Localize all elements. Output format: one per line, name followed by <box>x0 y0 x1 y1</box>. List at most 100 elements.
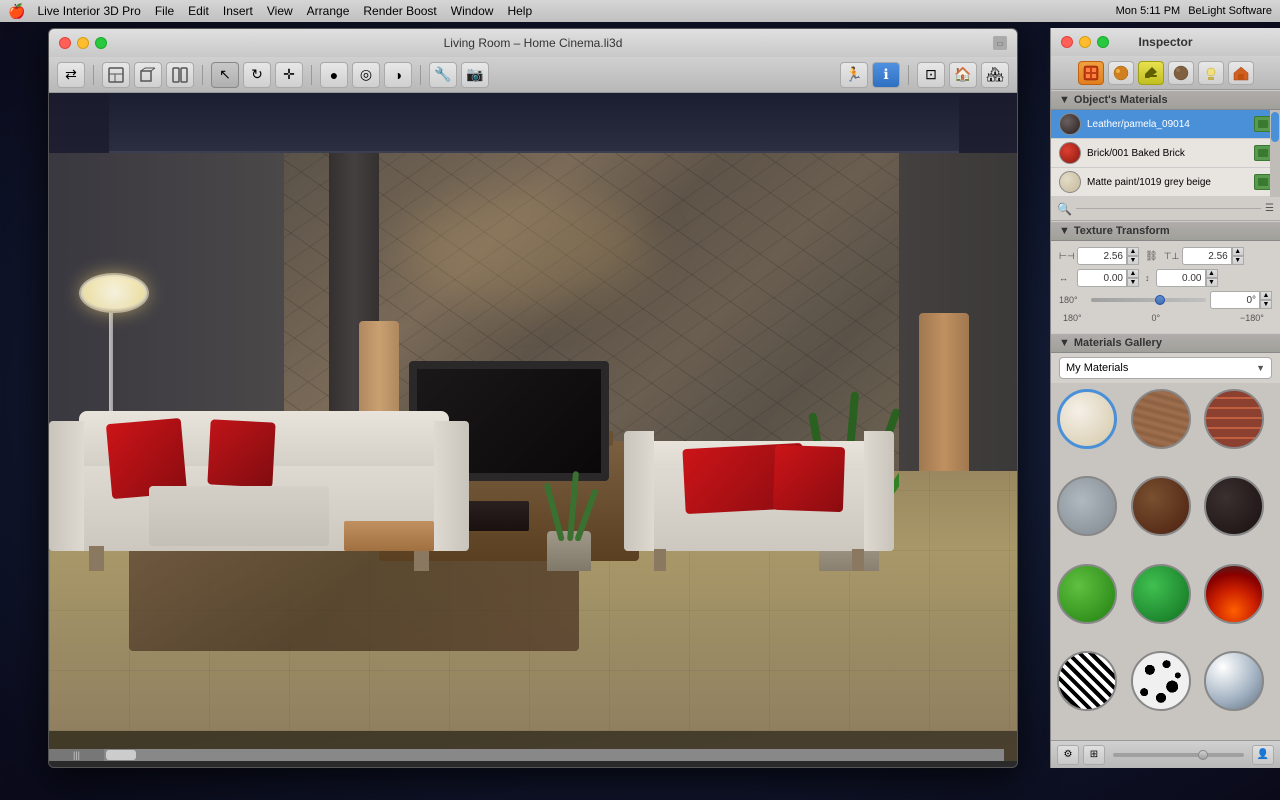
gallery-size-thumb[interactable] <box>1198 750 1208 760</box>
angle-slider-thumb[interactable] <box>1155 295 1165 305</box>
gallery-section-label: Materials Gallery <box>1074 337 1162 349</box>
width-down-btn[interactable]: ▼ <box>1127 256 1139 265</box>
horizontal-scrollbar[interactable] <box>104 749 1004 761</box>
height-stepper[interactable]: ▲ ▼ <box>1232 247 1244 265</box>
rotate-tool-btn[interactable]: ↻ <box>243 62 271 88</box>
viewport-3d[interactable]: ||| <box>49 93 1018 761</box>
angle-stepper[interactable]: ▲ ▼ <box>1260 291 1272 309</box>
height-up-btn[interactable]: ▲ <box>1232 247 1244 256</box>
offset-x-group: ▲ ▼ <box>1077 269 1139 287</box>
gallery-item-stone[interactable] <box>1057 476 1117 536</box>
inspector-close-btn[interactable] <box>1061 36 1073 48</box>
scrollbar-thumb[interactable] <box>106 750 136 760</box>
width-input[interactable] <box>1077 247 1127 265</box>
height-down-btn[interactable]: ▼ <box>1232 256 1244 265</box>
angle-max-label: −180° <box>1240 313 1268 323</box>
apple-menu[interactable]: 🍎 <box>8 3 25 20</box>
width-stepper[interactable]: ▲ ▼ <box>1127 247 1139 265</box>
offset-x-input[interactable] <box>1077 269 1127 287</box>
menu-render[interactable]: Render Boost <box>363 4 436 18</box>
inspector-tab-material[interactable] <box>1108 61 1134 85</box>
offset-x-down-btn[interactable]: ▼ <box>1127 278 1139 287</box>
sphere-mode-btn[interactable]: ● <box>320 62 348 88</box>
bottom-settings-btn[interactable]: ⚙ <box>1057 745 1079 765</box>
gallery-section-arrow: ▼ <box>1059 337 1070 349</box>
offset-x-up-btn[interactable]: ▲ <box>1127 269 1139 278</box>
angle-slider-track[interactable] <box>1091 298 1206 302</box>
inspector-tab-texture[interactable] <box>1078 61 1104 85</box>
walk-btn[interactable]: 🏃 <box>840 62 868 88</box>
width-up-btn[interactable]: ▲ <box>1127 247 1139 256</box>
angle-down-btn[interactable]: ▼ <box>1260 300 1272 309</box>
gallery-item-dark[interactable] <box>1204 476 1264 536</box>
scrollbar-grip[interactable]: ||| <box>49 749 104 761</box>
gallery-size-slider[interactable] <box>1113 753 1244 757</box>
menu-edit[interactable]: Edit <box>188 4 209 18</box>
material-item-paint[interactable]: Matte paint/1019 grey beige <box>1051 168 1280 197</box>
inspector-tab-edit[interactable] <box>1138 61 1164 85</box>
gallery-item-cream[interactable] <box>1057 389 1117 449</box>
more-options-icon[interactable]: ☰ <box>1265 203 1274 214</box>
move-tool-btn[interactable]: ✛ <box>275 62 303 88</box>
gallery-section-header: ▼ Materials Gallery <box>1051 333 1280 353</box>
nav-back-forward-btn[interactable]: ⇄ <box>57 62 85 88</box>
offset-y-up-btn[interactable]: ▲ <box>1206 269 1218 278</box>
inspector-tab-house[interactable] <box>1228 61 1254 85</box>
floor-plan-btn[interactable] <box>102 62 130 88</box>
menu-app[interactable]: Live Interior 3D Pro <box>37 4 140 18</box>
offset-x-stepper[interactable]: ▲ ▼ <box>1127 269 1139 287</box>
gallery-item-fire[interactable] <box>1204 564 1264 624</box>
gallery-item-brown[interactable] <box>1131 476 1191 536</box>
3d-view-btn[interactable] <box>134 62 162 88</box>
materials-scrollbar[interactable] <box>1270 110 1280 197</box>
height-input[interactable] <box>1182 247 1232 265</box>
offset-y-input[interactable] <box>1156 269 1206 287</box>
menu-window[interactable]: Window <box>451 4 494 18</box>
gallery-dropdown[interactable]: My Materials ▼ <box>1059 357 1272 379</box>
window-titlebar: Living Room – Home Cinema.li3d ▭ <box>49 29 1017 57</box>
material-item-brick[interactable]: Brick/001 Baked Brick <box>1051 139 1280 168</box>
camera-btn[interactable]: 📷 <box>461 62 489 88</box>
info-btn[interactable]: ℹ <box>872 62 900 88</box>
inspector-minimize-btn[interactable] <box>1079 36 1091 48</box>
inspector-tab-leather[interactable] <box>1168 61 1194 85</box>
close-button[interactable] <box>59 37 71 49</box>
ring-mode-btn[interactable]: ◎ <box>352 62 380 88</box>
minimize-button[interactable] <box>77 37 89 49</box>
materials-list: Leather/pamela_09014 Brick/001 Baked Bri… <box>1051 110 1280 197</box>
angle-up-btn[interactable]: ▲ <box>1260 291 1272 300</box>
rooms-btn[interactable]: 🏘 <box>981 62 1009 88</box>
inspector-maximize-btn[interactable] <box>1097 36 1109 48</box>
offset-y-stepper[interactable]: ▲ ▼ <box>1206 269 1218 287</box>
half-mode-btn[interactable]: ◑ <box>384 62 412 88</box>
split-view-btn[interactable] <box>166 62 194 88</box>
maximize-button[interactable] <box>95 37 107 49</box>
menu-insert[interactable]: Insert <box>223 4 253 18</box>
menu-help[interactable]: Help <box>507 4 532 18</box>
gallery-item-brick[interactable] <box>1204 389 1264 449</box>
bottom-person-icon[interactable]: 👤 <box>1252 745 1274 765</box>
materials-scrollbar-thumb[interactable] <box>1271 112 1279 142</box>
gallery-item-wood[interactable] <box>1131 389 1191 449</box>
gallery-item-chrome[interactable] <box>1204 651 1264 711</box>
bottom-grid-btn[interactable]: ⊞ <box>1083 745 1105 765</box>
menubar-right: Mon 5:11 PM BeLight Software <box>1116 5 1272 17</box>
gallery-item-zebra[interactable] <box>1057 651 1117 711</box>
angle-input[interactable] <box>1210 291 1260 309</box>
menu-file[interactable]: File <box>155 4 174 18</box>
material-item-leather[interactable]: Leather/pamela_09014 <box>1051 110 1280 139</box>
house-btn[interactable]: 🏠 <box>949 62 977 88</box>
gallery-item-green1[interactable] <box>1057 564 1117 624</box>
menu-view[interactable]: View <box>267 4 293 18</box>
offset-y-down-btn[interactable]: ▼ <box>1206 278 1218 287</box>
tool-btn[interactable]: 🔧 <box>429 62 457 88</box>
top-view-btn[interactable]: ⊡ <box>917 62 945 88</box>
window-resize-button[interactable]: ▭ <box>993 36 1007 50</box>
menu-arrange[interactable]: Arrange <box>307 4 350 18</box>
inspector-tab-light[interactable] <box>1198 61 1224 85</box>
plant-pot-left <box>539 511 599 571</box>
select-tool-btn[interactable]: ↖ <box>211 62 239 88</box>
gallery-item-green2[interactable] <box>1131 564 1191 624</box>
gallery-item-spots[interactable] <box>1131 651 1191 711</box>
angle-min-label: 180° <box>1063 313 1091 323</box>
